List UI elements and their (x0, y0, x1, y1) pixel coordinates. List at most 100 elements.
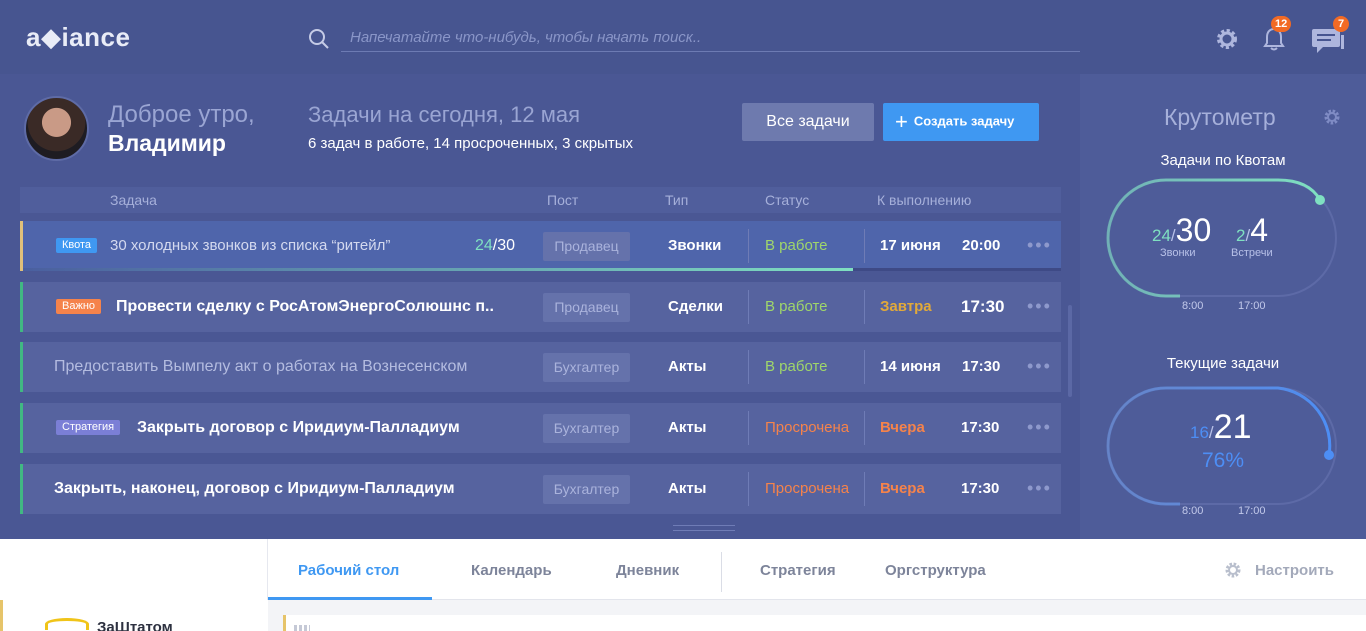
table-row[interactable]: Предоставить Вымпелу акт о работах на Во… (20, 342, 1061, 392)
row-stripe (20, 403, 23, 453)
task-type: Звонки (668, 237, 722, 254)
task-title: Закрыть договор с Иридиум-Палладиум (137, 419, 460, 436)
all-tasks-button[interactable]: Все задачи (742, 103, 874, 141)
gear-icon[interactable] (1323, 108, 1341, 126)
more-icon[interactable]: ••• (1027, 478, 1052, 499)
company-name: ЗаШтатом (97, 619, 173, 631)
task-type: Сделки (668, 298, 723, 315)
table-row[interactable]: Квота 30 холодных звонков из списка “рит… (20, 221, 1061, 271)
time-start: 8:00 (1182, 300, 1204, 312)
meetings-total: 4 (1250, 212, 1268, 248)
gear-icon[interactable] (1214, 26, 1240, 52)
column-header-due[interactable]: К выполнению (877, 192, 971, 208)
resize-handle[interactable] (673, 525, 735, 531)
notifications-badge: 12 (1271, 16, 1292, 32)
current-gauge-label: Текущие задачи (1166, 355, 1280, 372)
calls-counter: 24/30 (1152, 212, 1211, 249)
current-counter: 16/21 (1190, 408, 1251, 447)
divider (864, 290, 865, 324)
divider (748, 350, 749, 384)
post-badge: Продавец (543, 232, 630, 261)
due-date: 17 июня (880, 237, 941, 254)
task-status: Просрочена (765, 419, 850, 436)
company-logo (45, 618, 89, 630)
tab-strategy[interactable]: Стратегия (760, 562, 836, 579)
more-icon[interactable]: ••• (1027, 296, 1052, 317)
column-header-task[interactable]: Задача (110, 192, 157, 208)
due-date: Вчера (880, 419, 925, 436)
due-time: 20:00 (962, 237, 1001, 254)
divider (864, 472, 865, 506)
active-tab-indicator (268, 597, 432, 600)
due-time: 17:30 (962, 358, 1001, 375)
divider (748, 290, 749, 324)
tasks-title: Задачи на сегодня, 12 мая (308, 102, 580, 127)
tab-bar: Рабочий стол Календарь Дневник Стратегия… (268, 539, 1366, 600)
divider (864, 350, 865, 384)
top-bar: a◆iance 12 7 (0, 0, 1366, 74)
due-date: Вчера (880, 480, 925, 497)
row-stripe (20, 342, 23, 392)
quota-gauge-label: Задачи по Квотам (1160, 152, 1286, 169)
table-row[interactable]: Стратегия Закрыть договор с Иридиум-Палл… (20, 403, 1061, 453)
divider (748, 229, 749, 263)
tab-divider (721, 552, 722, 592)
task-status: В работе (765, 358, 828, 375)
tab-org-structure[interactable]: Оргструктура (885, 562, 986, 579)
task-title: 30 холодных звонков из списка “ритейл” (110, 237, 391, 254)
plus-icon: + (895, 109, 908, 134)
divider (748, 411, 749, 445)
table-row[interactable]: Важно Провести сделку с РосАтомЭнергоСол… (20, 282, 1061, 332)
post-badge: Бухгалтер (543, 414, 630, 443)
task-type: Акты (668, 419, 707, 436)
create-task-button[interactable]: + Создать задачу (883, 103, 1039, 141)
more-icon[interactable]: ••• (1027, 417, 1052, 438)
drag-handle-icon[interactable] (294, 625, 310, 631)
meetings-counter: 2/4 (1236, 212, 1268, 249)
progress-fill (23, 268, 854, 271)
avatar[interactable] (24, 96, 89, 161)
divider (748, 472, 749, 506)
progress-track (23, 268, 1061, 271)
search-input[interactable] (341, 24, 1080, 52)
column-header-post[interactable]: Пост (547, 192, 578, 208)
search-icon[interactable] (308, 28, 330, 50)
calls-label: Звонки (1160, 247, 1196, 259)
progress-total: /30 (492, 237, 516, 254)
gear-icon[interactable] (1224, 561, 1242, 579)
current-percent: 76% (1202, 449, 1245, 472)
setup-button[interactable]: Настроить (1255, 562, 1334, 579)
divider (864, 229, 865, 263)
user-name: Владимир (108, 130, 226, 156)
post-badge: Бухгалтер (543, 353, 630, 382)
due-date: Завтра (880, 298, 932, 315)
more-icon[interactable]: ••• (1027, 235, 1052, 256)
divider (864, 411, 865, 445)
create-task-label: Создать задачу (913, 113, 1015, 129)
time-end: 17:00 (1238, 300, 1266, 312)
column-header-status[interactable]: Статус (765, 192, 809, 208)
quota-tag: Квота (56, 238, 98, 253)
content-card (283, 615, 1366, 631)
tab-calendar[interactable]: Календарь (471, 562, 552, 579)
column-header-type[interactable]: Тип (665, 192, 688, 208)
tab-diary[interactable]: Дневник (616, 562, 679, 579)
post-badge: Бухгалтер (543, 475, 630, 504)
important-tag: Важно (56, 299, 102, 314)
current-done: 16 (1190, 423, 1209, 442)
app-logo[interactable]: a◆iance (26, 22, 130, 53)
table-row[interactable]: Закрыть, наконец, договор с Иридиум-Палл… (20, 464, 1061, 514)
task-title: Провести сделку с РосАтомЭнергоСолюшнс п… (116, 298, 494, 315)
more-icon[interactable]: ••• (1027, 356, 1052, 377)
table-scrollbar[interactable] (1068, 305, 1072, 397)
tasks-subtitle: 6 задач в работе, 14 просроченных, 3 скр… (308, 135, 633, 152)
tab-desktop[interactable]: Рабочий стол (298, 562, 399, 579)
strategy-tag: Стратегия (56, 420, 121, 435)
task-progress: 24/30 (475, 221, 515, 271)
calls-done: 24 (1152, 226, 1171, 245)
company-item[interactable]: ЗаШтатом (0, 600, 268, 631)
main-panel: Доброе утро, Владимир Задачи на сегодня,… (0, 74, 1080, 539)
table-header: Задача Пост Тип Статус К выполнению (20, 187, 1061, 213)
quota-gauge (1106, 178, 1337, 298)
messages-badge: 7 (1333, 16, 1349, 32)
